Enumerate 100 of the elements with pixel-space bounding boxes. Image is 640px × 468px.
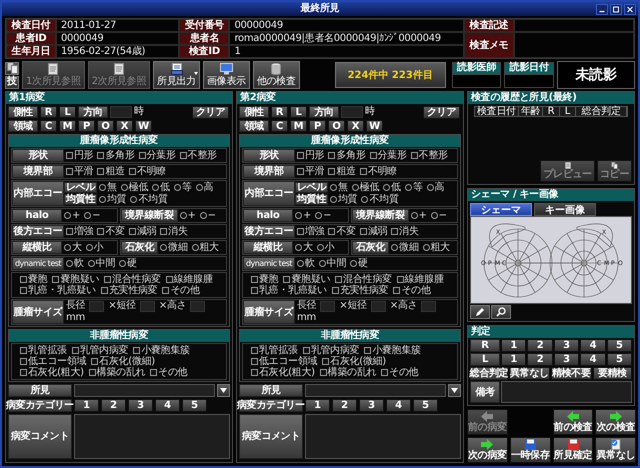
checkbox[interactable]: 多角形 bbox=[97, 150, 135, 161]
checkbox[interactable]: その他 bbox=[381, 367, 418, 378]
technician-button[interactable]: 技 bbox=[5, 76, 19, 88]
checkbox[interactable]: 石灰化(粗大) bbox=[251, 367, 315, 378]
checkbox[interactable]: 混合性病変 bbox=[335, 274, 392, 285]
category-button[interactable]: 5 bbox=[606, 353, 632, 366]
side-button[interactable]: R bbox=[40, 106, 57, 118]
judgement-button[interactable]: 精検不要 bbox=[550, 367, 592, 380]
checkbox[interactable]: 不明瞭 bbox=[360, 166, 397, 177]
copy-button[interactable] bbox=[5, 62, 19, 74]
radio-button[interactable]: − bbox=[430, 210, 447, 221]
direction-field[interactable] bbox=[341, 106, 363, 118]
category-button[interactable]: 3 bbox=[128, 399, 153, 412]
checkbox[interactable]: 粗造 bbox=[97, 166, 125, 177]
findings-field[interactable] bbox=[305, 384, 446, 397]
checkbox[interactable]: 乳管拡張 bbox=[251, 345, 298, 356]
checkbox[interactable]: その他 bbox=[393, 285, 431, 296]
radio-button[interactable]: 小 bbox=[86, 242, 104, 253]
maximize-icon[interactable] bbox=[610, 4, 622, 14]
radio-button[interactable]: 極低 bbox=[352, 182, 380, 193]
checkbox[interactable]: 円形 bbox=[66, 150, 94, 161]
category-button[interactable]: 5 bbox=[413, 399, 438, 412]
size-field[interactable] bbox=[140, 300, 155, 312]
radio-button[interactable]: 小 bbox=[316, 242, 334, 253]
radio-button[interactable]: + bbox=[410, 210, 427, 221]
nav-button[interactable]: 前の検査 bbox=[552, 409, 594, 435]
category-button[interactable]: 3 bbox=[554, 353, 580, 366]
radio-button[interactable]: 無 bbox=[330, 182, 348, 193]
region-button[interactable]: X bbox=[116, 120, 133, 132]
radio-button[interactable]: 軟 bbox=[297, 258, 315, 269]
radio-button[interactable]: + bbox=[64, 210, 80, 221]
toolbar-button[interactable]: 所見出力 bbox=[153, 61, 200, 89]
category-button[interactable]: 1 bbox=[501, 339, 526, 352]
checkbox[interactable]: 線維腺腫 bbox=[166, 274, 213, 285]
region-button[interactable]: C bbox=[40, 120, 57, 132]
region-button[interactable]: O bbox=[328, 120, 345, 132]
radio-button[interactable]: 微細 bbox=[160, 242, 188, 253]
minimize-icon[interactable] bbox=[596, 4, 608, 14]
checkbox[interactable]: 平滑 bbox=[297, 166, 324, 177]
category-button[interactable]: 3 bbox=[359, 399, 384, 412]
region-button[interactable]: W bbox=[135, 120, 152, 132]
category-button[interactable]: 4 bbox=[155, 399, 180, 412]
radio-button[interactable]: 硬 bbox=[119, 258, 137, 269]
checkbox[interactable]: 低エコー領域 bbox=[20, 356, 86, 367]
checkbox[interactable]: 粗造 bbox=[328, 166, 356, 177]
checkbox[interactable]: 石灰化(微細) bbox=[91, 356, 155, 367]
checkbox[interactable]: 乳癌・乳癌疑い bbox=[251, 285, 327, 296]
checkbox[interactable]: 乳管内病変 bbox=[302, 345, 360, 356]
checkbox[interactable]: 構築の乱れ bbox=[320, 367, 376, 378]
checkbox[interactable]: 嚢胞 bbox=[20, 274, 48, 285]
checkbox[interactable]: 減弱 bbox=[128, 226, 156, 237]
category-button[interactable]: 2 bbox=[527, 353, 553, 366]
radio-button[interactable]: 極低 bbox=[120, 182, 148, 193]
close-icon[interactable] bbox=[624, 4, 636, 14]
judgement-button[interactable]: 異常なし bbox=[509, 367, 550, 380]
checkbox[interactable]: その他 bbox=[162, 285, 200, 296]
size-field[interactable] bbox=[421, 300, 436, 312]
tab[interactable]: シェーマ bbox=[470, 203, 532, 216]
checkbox[interactable]: 乳癌・乳癌疑い bbox=[20, 285, 96, 296]
checkbox[interactable]: 円形 bbox=[297, 150, 324, 161]
checkbox[interactable]: 不整形 bbox=[180, 150, 217, 161]
clear-button[interactable]: クリア bbox=[192, 106, 229, 118]
region-button[interactable]: X bbox=[347, 120, 364, 132]
clear-button[interactable]: クリア bbox=[422, 106, 460, 118]
region-button[interactable]: M bbox=[59, 120, 76, 132]
pen-button[interactable] bbox=[470, 305, 490, 319]
radio-button[interactable]: 軟 bbox=[66, 258, 84, 269]
radio-button[interactable]: 不均質 bbox=[130, 194, 168, 205]
radio-button[interactable]: 硬 bbox=[350, 258, 368, 269]
checkbox[interactable]: 嚢胞疑い bbox=[52, 274, 100, 285]
radio-button[interactable]: 大 bbox=[295, 242, 313, 253]
radio-button[interactable]: 高 bbox=[196, 182, 214, 193]
region-button[interactable]: W bbox=[366, 120, 383, 132]
side-button[interactable]: L bbox=[290, 106, 307, 118]
dropdown-button[interactable] bbox=[448, 384, 461, 397]
size-field[interactable] bbox=[370, 300, 386, 312]
radio-button[interactable]: − bbox=[200, 210, 216, 221]
radio-button[interactable]: + bbox=[295, 210, 312, 221]
radio-button[interactable]: 低 bbox=[383, 182, 401, 193]
category-button[interactable]: 3 bbox=[554, 339, 580, 352]
region-button[interactable]: O bbox=[97, 120, 114, 132]
category-button[interactable]: 4 bbox=[580, 339, 606, 352]
toolbar-button[interactable]: 他の検査 bbox=[252, 61, 300, 89]
checkbox[interactable]: 不変 bbox=[328, 226, 356, 237]
region-button[interactable]: P bbox=[309, 120, 326, 132]
radio-button[interactable]: + bbox=[180, 210, 196, 221]
checkbox[interactable]: 低エコー領域 bbox=[251, 356, 318, 367]
nav-button[interactable]: 次の病変 bbox=[467, 437, 508, 463]
category-button[interactable]: 5 bbox=[182, 399, 207, 412]
radio-button[interactable]: − bbox=[84, 210, 100, 221]
checkbox[interactable]: 充実性病変 bbox=[332, 285, 388, 296]
checkbox[interactable]: 不明瞭 bbox=[128, 166, 166, 177]
radio-button[interactable]: 不均質 bbox=[361, 194, 399, 205]
radio-button[interactable]: 低 bbox=[152, 182, 170, 193]
radio-button[interactable]: 等 bbox=[174, 182, 192, 193]
checkbox[interactable]: 嚢胞疑い bbox=[283, 274, 330, 285]
nav-button[interactable]: 次の検査 bbox=[595, 409, 636, 435]
checkbox[interactable]: 小嚢胞集簇 bbox=[364, 345, 421, 356]
dropdown-button[interactable] bbox=[217, 384, 230, 397]
checkbox[interactable]: 不変 bbox=[97, 226, 125, 237]
